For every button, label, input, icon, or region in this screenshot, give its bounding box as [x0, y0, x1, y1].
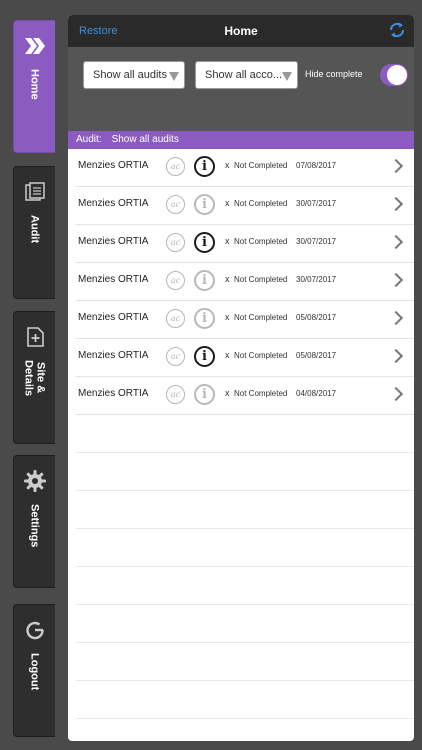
site-details-icon: [22, 324, 48, 350]
sidebar-item-label: Home: [28, 69, 41, 100]
status-text: Not Completed: [234, 351, 288, 360]
chevron-down-icon: [282, 72, 292, 81]
sidebar-item-logout[interactable]: Logout: [13, 604, 55, 737]
empty-row: [76, 415, 414, 453]
info-icon[interactable]: i: [194, 346, 215, 367]
status-text: Not Completed: [234, 275, 288, 284]
audit-date: 04/08/2017: [296, 389, 337, 398]
info-icon[interactable]: i: [194, 384, 215, 405]
empty-row: [76, 605, 414, 643]
sidebar-item-site-details[interactable]: Site & Details: [13, 311, 55, 444]
audit-list: Menzies ORTIA ac i x Not Completed 07/08/2017…: [68, 149, 414, 719]
audit-name: Menzies ORTIA: [78, 160, 149, 171]
empty-row: [76, 529, 414, 567]
empty-row: [76, 453, 414, 491]
incomplete-x-icon: x: [225, 236, 230, 246]
sidebar-item-label: Settings: [28, 504, 41, 548]
audit-date: 30/07/2017: [296, 199, 337, 208]
audit-header-value: Show all audits: [111, 134, 179, 145]
chevron-right-icon[interactable]: [388, 158, 404, 174]
gear-icon: [22, 468, 48, 494]
status-text: Not Completed: [234, 199, 288, 208]
incomplete-x-icon: x: [225, 274, 230, 284]
incomplete-x-icon: x: [225, 388, 230, 398]
page-title: Home: [224, 24, 258, 38]
empty-row: [76, 491, 414, 529]
sidebar-item-label: Logout: [28, 653, 41, 691]
table-row[interactable]: Menzies ORTIA ac i x Not Completed 30/07/2017: [76, 187, 414, 225]
incomplete-x-icon: x: [225, 160, 230, 170]
refresh-icon[interactable]: [388, 21, 406, 39]
ac-icon[interactable]: ac: [166, 385, 185, 404]
ac-icon[interactable]: ac: [166, 233, 185, 252]
chevron-right-icon[interactable]: [388, 196, 404, 212]
audit-header-label: Audit:: [76, 134, 102, 145]
audit-name: Menzies ORTIA: [78, 198, 149, 209]
table-row[interactable]: Menzies ORTIA ac i x Not Completed 04/08/2017: [76, 377, 414, 415]
power-icon: [22, 617, 48, 643]
audit-date: 07/08/2017: [296, 161, 337, 170]
filter-bar: Show all audits Show all acco... Hide co…: [68, 47, 414, 131]
home-arrow-icon: [22, 33, 48, 59]
toggle-knob: [387, 65, 407, 85]
hide-complete-toggle[interactable]: [380, 64, 408, 86]
incomplete-x-icon: x: [225, 350, 230, 360]
audit-name: Menzies ORTIA: [78, 236, 149, 247]
status-text: Not Completed: [234, 237, 288, 246]
status-text: Not Completed: [234, 161, 288, 170]
empty-row: [76, 681, 414, 719]
info-icon[interactable]: i: [194, 156, 215, 177]
info-icon[interactable]: i: [194, 270, 215, 291]
table-row[interactable]: Menzies ORTIA ac i x Not Completed 30/07/2017: [76, 263, 414, 301]
status-text: Not Completed: [234, 313, 288, 322]
sidebar-item-home[interactable]: Home: [13, 20, 55, 153]
audit-name: Menzies ORTIA: [78, 388, 149, 399]
chevron-right-icon[interactable]: [388, 272, 404, 288]
audit-date: 05/08/2017: [296, 313, 337, 322]
sidebar-item-label: Site & Details: [22, 360, 47, 397]
audit-name: Menzies ORTIA: [78, 350, 149, 361]
audit-filter-header: Audit: Show all audits: [68, 131, 414, 149]
sidebar-item-settings[interactable]: Settings: [13, 455, 55, 588]
ac-icon[interactable]: ac: [166, 347, 185, 366]
incomplete-x-icon: x: [225, 198, 230, 208]
info-icon[interactable]: i: [194, 194, 215, 215]
table-row[interactable]: Menzies ORTIA ac i x Not Completed 07/08/2017: [76, 149, 414, 187]
account-filter-dropdown[interactable]: Show all acco...: [195, 61, 298, 89]
table-row[interactable]: Menzies ORTIA ac i x Not Completed 05/08/2017: [76, 301, 414, 339]
sidebar-item-audit[interactable]: Audit: [13, 166, 55, 299]
main-panel: Restore Home Show all audits Show all ac…: [68, 15, 414, 741]
audit-date: 05/08/2017: [296, 351, 337, 360]
chevron-right-icon[interactable]: [388, 234, 404, 250]
chevron-right-icon[interactable]: [388, 386, 404, 402]
sidebar: Home Audit Site & Details Settings Logou…: [0, 0, 60, 750]
table-row[interactable]: Menzies ORTIA ac i x Not Completed 05/08/2017: [76, 339, 414, 377]
audit-filter-value: Show all audits: [93, 69, 167, 81]
ac-icon[interactable]: ac: [166, 271, 185, 290]
info-icon[interactable]: i: [194, 308, 215, 329]
ac-icon[interactable]: ac: [166, 309, 185, 328]
audit-grid-icon: [22, 179, 48, 205]
audit-name: Menzies ORTIA: [78, 274, 149, 285]
chevron-right-icon[interactable]: [388, 310, 404, 326]
status-text: Not Completed: [234, 389, 288, 398]
empty-row: [76, 643, 414, 681]
ac-icon[interactable]: ac: [166, 157, 185, 176]
ac-icon[interactable]: ac: [166, 195, 185, 214]
audit-name: Menzies ORTIA: [78, 312, 149, 323]
audit-filter-dropdown[interactable]: Show all audits: [83, 61, 185, 89]
sidebar-item-label: Audit: [28, 215, 41, 244]
info-icon[interactable]: i: [194, 232, 215, 253]
empty-row: [76, 567, 414, 605]
audit-date: 30/07/2017: [296, 275, 337, 284]
hide-complete-label: Hide complete: [305, 69, 363, 79]
chevron-down-icon: [169, 72, 179, 81]
table-row[interactable]: Menzies ORTIA ac i x Not Completed 30/07/2017: [76, 225, 414, 263]
audit-date: 30/07/2017: [296, 237, 337, 246]
incomplete-x-icon: x: [225, 312, 230, 322]
chevron-right-icon[interactable]: [388, 348, 404, 364]
account-filter-value: Show all acco...: [205, 69, 283, 81]
top-bar: Restore Home: [68, 15, 414, 47]
